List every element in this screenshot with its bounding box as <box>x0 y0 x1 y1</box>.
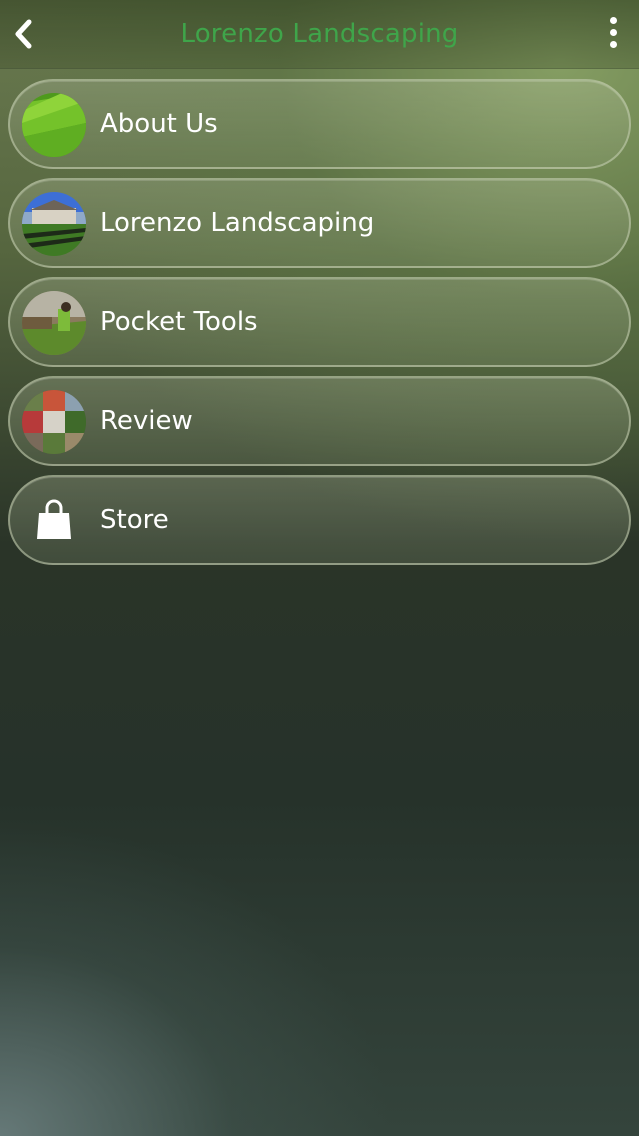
menu-item-label: Lorenzo Landscaping <box>100 208 375 238</box>
menu-item-label: Pocket Tools <box>100 307 258 337</box>
more-vertical-icon <box>609 16 617 24</box>
sod-install-photo-thumbnail <box>22 291 86 355</box>
app-header: Lorenzo Landscaping <box>0 0 639 69</box>
menu-item-about-us[interactable]: About Us <box>8 79 631 169</box>
menu-item-pocket-tools[interactable]: Pocket Tools <box>8 277 631 367</box>
more-options-button[interactable] <box>601 14 625 50</box>
page-title: Lorenzo Landscaping <box>180 19 459 49</box>
main-menu: About Us Lorenzo Landscaping Pocket Tool… <box>8 79 631 574</box>
menu-item-label: Store <box>100 505 169 535</box>
menu-item-store[interactable]: Store <box>8 475 631 565</box>
menu-item-lorenzo-landscaping[interactable]: Lorenzo Landscaping <box>8 178 631 268</box>
estate-photo-thumbnail <box>22 192 86 256</box>
menu-item-review[interactable]: Review <box>8 376 631 466</box>
garden-collage-thumbnail <box>22 390 86 454</box>
menu-item-label: About Us <box>100 109 218 139</box>
shopping-bag-icon <box>37 499 71 539</box>
lawn-photo-thumbnail <box>22 93 86 157</box>
menu-item-label: Review <box>100 406 193 436</box>
